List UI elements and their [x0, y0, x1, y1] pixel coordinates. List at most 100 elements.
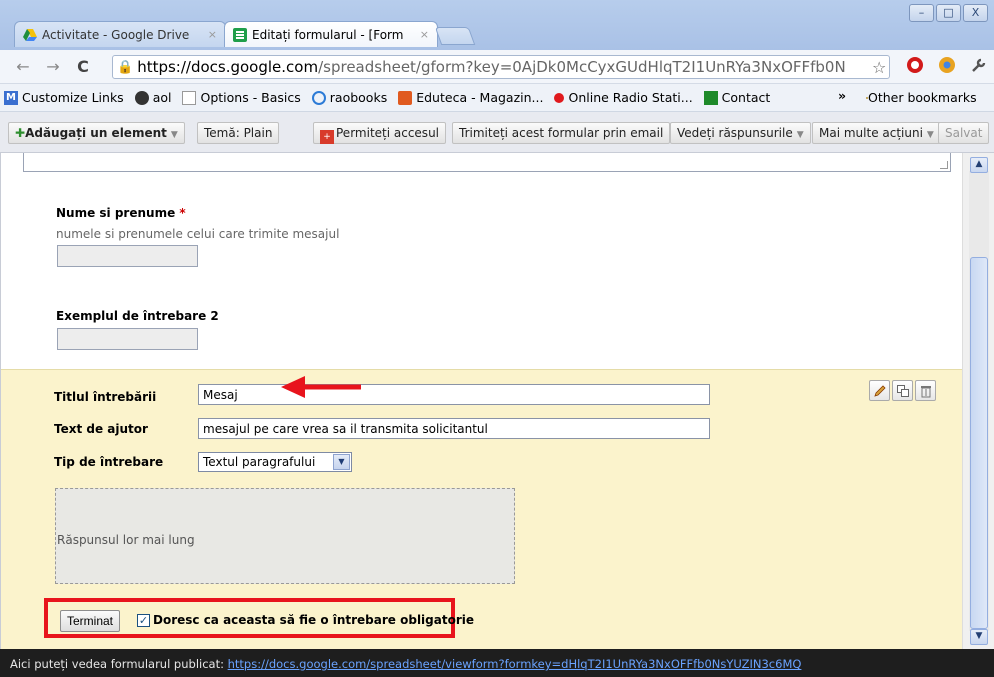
google-forms-icon	[233, 27, 247, 42]
address-bar: ← → C 🔒 https://docs.google.com/spreadsh…	[0, 50, 994, 84]
url-host: https://docs.google.com	[137, 58, 319, 76]
bookmark-item[interactable]: Eduteca - Magazin...	[398, 90, 543, 105]
extension-icons	[906, 56, 988, 74]
chevron-down-icon: ▼	[926, 130, 934, 140]
plus-icon: ✚	[15, 126, 26, 140]
chrome-extension-icon[interactable]	[938, 56, 956, 74]
bookmark-label: Customize Links	[22, 90, 124, 105]
form-editor: Nume si prenume * numele si prenumele ce…	[0, 153, 962, 649]
chevron-down-icon: ▼	[796, 130, 804, 140]
minimize-button[interactable]: –	[909, 4, 934, 22]
bookmark-item[interactable]: Contact	[703, 90, 771, 105]
status-text: Aici puteți vedea formularul publicat:	[10, 657, 228, 671]
bookmark-favicon-icon: M	[4, 90, 18, 105]
radio-icon	[554, 92, 565, 103]
checkbox-checked-icon[interactable]: ✓	[137, 613, 150, 627]
stop-extension-icon[interactable]	[906, 56, 924, 74]
tab-edit-form[interactable]: Editați formularul - [Form ×	[224, 21, 438, 47]
example-answer-input	[57, 328, 198, 350]
required-question-checkbox[interactable]: ✓ Doresc ca aceasta să fie o întrebare o…	[137, 613, 474, 627]
help-text-label: Text de ajutor	[54, 422, 148, 436]
close-icon[interactable]: ×	[208, 28, 217, 41]
bookmark-item[interactable]: Online Radio Stati...	[554, 90, 693, 105]
wrench-icon[interactable]	[970, 56, 988, 74]
browser-titlebar: Activitate - Google Drive × Editați form…	[0, 0, 994, 50]
scroll-up-icon[interactable]: ▲	[970, 157, 988, 173]
lock-icon: 🔒	[117, 59, 134, 75]
published-form-link[interactable]: https://docs.google.com/spreadsheet/view…	[228, 657, 802, 671]
view-responses-label: Vedeți răspunsurile	[677, 126, 793, 140]
bookmark-label: Options - Basics	[200, 90, 301, 105]
url-path: /spreadsheet/gform?key=0AjDk0McCyxGUdHlq…	[318, 58, 846, 76]
help-text-input[interactable]	[198, 418, 710, 439]
google-plus-share-icon: +	[320, 130, 334, 144]
question-actions	[869, 380, 936, 401]
chevron-down-icon: ▼	[170, 130, 178, 140]
more-actions-button[interactable]: Mai multe acțiuni ▼	[812, 122, 941, 144]
close-window-button[interactable]: X	[963, 4, 988, 22]
chevron-down-icon: ▼	[333, 454, 350, 470]
bookmark-label: Eduteca - Magazin...	[416, 90, 544, 105]
trash-icon	[920, 385, 931, 397]
required-question-label: Doresc ca aceasta să fie o întrebare obl…	[153, 613, 475, 627]
page-icon	[182, 90, 197, 105]
edit-question-button[interactable]	[869, 380, 890, 401]
google-drive-icon	[23, 28, 37, 41]
question-title-input[interactable]	[198, 384, 710, 405]
reload-button[interactable]: C	[72, 57, 94, 76]
tab-title: Activitate - Google Drive	[42, 27, 190, 42]
bookmark-label: Other bookmarks	[868, 90, 977, 105]
required-asterisk: *	[179, 206, 186, 220]
question-help-text: numele si prenumele celui care trimite m…	[56, 227, 340, 241]
duplicate-question-button[interactable]	[892, 380, 913, 401]
bookmark-item[interactable]: M Customize Links	[4, 90, 124, 105]
delete-question-button[interactable]	[915, 380, 936, 401]
bookmark-star-icon[interactable]: ☆	[872, 58, 886, 77]
share-button[interactable]: + Permiteți accesul	[313, 122, 447, 144]
vertical-scrollbar[interactable]: ▲ ▼	[962, 153, 994, 649]
question-edit-panel: Titlul întrebării Text de ajutor Tip de …	[1, 369, 962, 649]
close-icon[interactable]: ×	[420, 28, 429, 41]
name-answer-input	[57, 245, 198, 267]
add-item-label: Adăugați un element	[25, 126, 167, 140]
scroll-down-icon[interactable]: ▼	[970, 629, 988, 645]
back-button[interactable]: ←	[12, 57, 34, 76]
add-item-button[interactable]: ✚Adăugați un element ▼	[8, 122, 185, 144]
bookmark-label: raobooks	[329, 90, 388, 105]
more-actions-label: Mai multe acțiuni	[819, 126, 923, 140]
scrollbar-thumb[interactable]	[970, 257, 988, 629]
pencil-icon	[873, 384, 886, 397]
maximize-button[interactable]: □	[936, 4, 961, 22]
preview-placeholder-text: Răspunsul lor mai lung	[57, 533, 195, 547]
question-title-text: Nume si prenume	[56, 206, 176, 220]
bookmark-item[interactable]: raobooks	[311, 90, 388, 105]
tab-google-drive[interactable]: Activitate - Google Drive ×	[14, 21, 226, 47]
url-input[interactable]: 🔒 https://docs.google.com/spreadsheet/gf…	[112, 55, 890, 79]
published-form-status-bar: Aici puteți vedea formularul publicat: h…	[0, 649, 994, 677]
email-form-button[interactable]: Trimiteți acest formular prin email	[452, 122, 671, 144]
form-toolbar: ✚Adăugați un element ▼ Temă: Plain + Permi…	[0, 112, 994, 153]
wordpress-icon	[311, 90, 326, 105]
new-tab-button[interactable]	[434, 27, 476, 45]
forward-button[interactable]: →	[42, 57, 64, 76]
share-label: Permiteți accesul	[336, 126, 440, 140]
question-title-label: Titlul întrebării	[54, 390, 157, 404]
previous-textarea[interactable]	[23, 153, 951, 172]
question-type-select[interactable]: Textul paragrafului ▼	[198, 452, 352, 472]
question-title: Nume si prenume *	[56, 206, 186, 220]
aol-favicon-icon	[134, 90, 149, 105]
bookmark-label: Contact	[721, 90, 771, 105]
question-type-value: Textul paragrafului	[203, 455, 316, 469]
bookmarks-more-button[interactable]: »	[838, 88, 846, 103]
view-responses-button[interactable]: Vedeți răspunsurile ▼	[670, 122, 811, 144]
done-button[interactable]: Terminat	[60, 610, 121, 632]
bookmark-item[interactable]: Options - Basics	[182, 90, 301, 105]
resize-grip-icon[interactable]	[940, 161, 948, 169]
bookmark-item[interactable]: aol	[134, 90, 171, 105]
paragraph-answer-preview: Răspunsul lor mai lung	[55, 488, 515, 584]
bookmarks-bar: M Customize Links aol Options - Basics r…	[0, 84, 994, 112]
tab-title: Editați formularul - [Form	[252, 27, 404, 42]
other-bookmarks-folder[interactable]: Other bookmarks	[866, 90, 977, 105]
theme-button[interactable]: Temă: Plain	[197, 122, 280, 144]
contact-icon	[703, 90, 718, 105]
